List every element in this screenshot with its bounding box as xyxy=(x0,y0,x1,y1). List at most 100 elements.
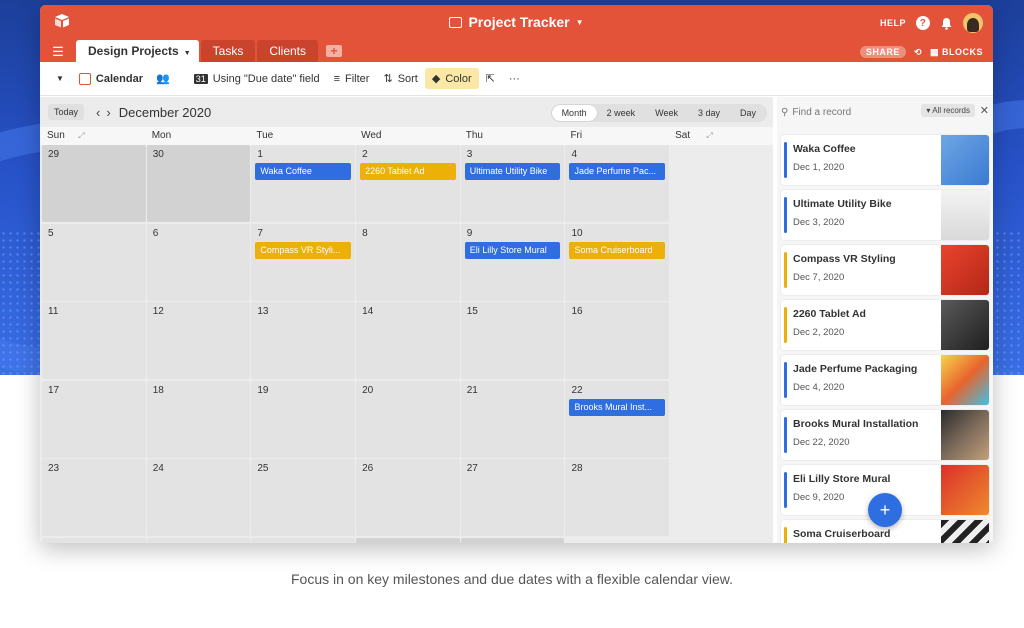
menu-icon[interactable]: ☰ xyxy=(40,42,76,62)
calendar-day-cell[interactable]: 16 xyxy=(565,302,670,380)
filter-label: Filter xyxy=(345,72,370,85)
view-range-day[interactable]: Day xyxy=(730,105,766,121)
share-view-button[interactable]: ⇱ xyxy=(479,68,502,89)
record-card[interactable]: Jade Perfume Packaging Dec 4, 2020 xyxy=(781,355,989,405)
calendar-day-cell[interactable]: 24 xyxy=(146,459,251,537)
calendar-day-cell[interactable]: 10 Soma Cruiserboard xyxy=(565,223,670,301)
record-card[interactable]: 2260 Tablet Ad Dec 2, 2020 xyxy=(781,300,989,350)
calendar-day-cell[interactable]: 9 Eli Lilly Store Mural xyxy=(460,223,565,301)
calendar-day-cell[interactable]: 12 xyxy=(146,302,251,380)
date-field-button[interactable]: 31 Using "Due date" field xyxy=(187,69,327,89)
view-range-month[interactable]: Month xyxy=(551,105,597,121)
calendar-day-cell[interactable]: 22 Brooks Mural Inst... xyxy=(565,380,670,458)
calendar-day-cell[interactable]: 21 xyxy=(460,380,565,458)
calendar-day-cell[interactable]: 30 xyxy=(146,537,251,543)
day-number: 16 xyxy=(571,306,583,318)
calendar-day-cell[interactable]: 2 xyxy=(460,537,565,543)
calendar-icon xyxy=(78,72,91,85)
all-records-dropdown[interactable]: ▾ All records xyxy=(921,104,975,117)
sort-label: Sort xyxy=(397,72,418,85)
record-date: Dec 22, 2020 xyxy=(793,437,850,448)
base-title[interactable]: Project Tracker ▼ xyxy=(40,14,993,30)
calendar-day-cell[interactable]: 19 xyxy=(251,380,356,458)
calendar-day-cell[interactable]: 8 xyxy=(356,223,460,301)
help-icon[interactable]: ? xyxy=(916,16,930,30)
calendar-day-cell[interactable]: 29 xyxy=(42,145,146,222)
calendar-day-cell[interactable]: 13 xyxy=(251,302,356,380)
day-number: 2 xyxy=(362,149,368,160)
add-table-button[interactable]: + xyxy=(326,45,343,57)
calendar-day-cell[interactable]: 15 xyxy=(460,302,565,380)
next-month-icon[interactable]: › xyxy=(106,105,110,120)
day-number: 29 xyxy=(48,542,59,543)
calendar: Today ‹ › December 2020 Month 2 week Week 3… xyxy=(40,97,773,543)
calendar-day-cell[interactable]: 11 xyxy=(42,302,146,380)
calendar-day-cell[interactable]: 14 xyxy=(356,302,460,380)
record-card[interactable]: Ultimate Utility Bike Dec 3, 2020 xyxy=(781,190,989,240)
share-view-icon[interactable]: 👥 xyxy=(156,72,170,85)
calendar-day-cell[interactable]: 29 xyxy=(42,537,146,543)
calendar-day-cell[interactable]: 27 xyxy=(460,459,565,537)
calendar-event[interactable]: Waka Coffee xyxy=(255,163,352,180)
calendar-day-cell[interactable]: 31 xyxy=(251,537,356,543)
calendar-day-cell[interactable]: 3 Ultimate Utility Bike xyxy=(460,145,565,222)
calendar-event[interactable]: Brooks Mural Inst... xyxy=(569,398,666,416)
calendar-event[interactable]: Ultimate Utility Bike xyxy=(464,163,561,180)
calendar-day-cell[interactable]: 1 Waka Coffee xyxy=(251,145,356,222)
view-range-2-week[interactable]: 2 week xyxy=(597,105,646,121)
weekday-fri: Fri xyxy=(570,130,583,141)
record-color-bar xyxy=(784,197,787,233)
prev-month-icon[interactable]: ‹ xyxy=(96,105,100,120)
tab-design-projects[interactable]: Design Projects ▼ xyxy=(76,40,199,62)
calendar-event[interactable]: Soma Cruiserboard xyxy=(569,241,666,259)
calendar-day-cell[interactable]: 28 xyxy=(565,459,670,537)
calendar-day-cell[interactable]: 4 Jade Perfume Pac... xyxy=(565,145,670,222)
add-record-button[interactable]: + xyxy=(868,493,902,527)
calendar-day-cell[interactable]: 30 xyxy=(146,145,251,222)
calendar-day-cell[interactable]: 23 xyxy=(42,459,146,537)
record-search[interactable]: ⚲ Find a record ▾ All records ✕ xyxy=(777,97,993,127)
calendar-event[interactable]: Compass VR Styli... xyxy=(255,241,352,259)
record-card[interactable]: Compass VR Styling Dec 7, 2020 xyxy=(781,245,989,295)
calendar-day-cell[interactable]: 1 xyxy=(356,537,460,543)
calendar-day-cell[interactable]: 26 xyxy=(356,459,460,537)
calendar-day-cell[interactable]: 20 xyxy=(356,380,460,458)
calendar-day-cell[interactable]: 7 Compass VR Styli... xyxy=(251,223,356,301)
view-collapse-icon[interactable]: ▼ xyxy=(56,74,64,83)
expand-weekend-icon[interactable]: ⤢ xyxy=(78,127,84,145)
history-icon[interactable]: ⟲ xyxy=(914,47,922,58)
calendar-day-cell[interactable]: 25 xyxy=(251,459,356,537)
calendar-day-cell[interactable]: 5 xyxy=(42,223,146,301)
more-button[interactable]: ··· xyxy=(502,69,527,89)
calendar-day-cell[interactable]: 6 xyxy=(146,223,251,301)
share-button[interactable]: SHARE xyxy=(859,46,906,58)
calendar-event[interactable]: 2260 Tablet Ad xyxy=(360,163,456,180)
view-range-week[interactable]: Week xyxy=(645,105,688,121)
close-icon[interactable]: ✕ xyxy=(980,104,989,117)
calendar-day-cell[interactable]: 18 xyxy=(146,380,251,458)
help-link[interactable]: HELP xyxy=(880,18,906,28)
calendar-event[interactable]: Eli Lilly Store Mural xyxy=(464,241,561,259)
bell-icon[interactable] xyxy=(940,17,953,30)
record-card[interactable]: Brooks Mural Installation Dec 22, 2020 xyxy=(781,410,989,460)
view-range-3-day[interactable]: 3 day xyxy=(688,105,730,121)
color-button[interactable]: ◆ Color xyxy=(424,68,479,89)
user-avatar[interactable] xyxy=(963,13,983,33)
date-field-icon: 31 xyxy=(193,73,208,84)
tab-clients[interactable]: Clients xyxy=(257,40,319,62)
sort-button[interactable]: ⇅ Sort xyxy=(376,68,424,89)
record-card[interactable]: Waka Coffee Dec 1, 2020 xyxy=(781,135,989,185)
calendar-day-cell[interactable]: 2 2260 Tablet Ad xyxy=(356,145,460,222)
today-button[interactable]: Today xyxy=(48,104,85,120)
expand-weekend-icon[interactable]: ⤢ xyxy=(706,127,712,145)
record-title: Soma Cruiserboard xyxy=(793,528,891,540)
calendar-day-cell[interactable]: 17 xyxy=(42,380,146,458)
weekday-tue: Tue xyxy=(256,130,274,141)
filter-button[interactable]: ≡ Filter xyxy=(327,69,377,89)
calendar-event[interactable]: Jade Perfume Pac... xyxy=(569,163,666,180)
blocks-button[interactable]: ▦ BLOCKS xyxy=(930,47,983,58)
tab-label: Tasks xyxy=(212,44,244,58)
view-switcher[interactable]: Calendar 👥 xyxy=(72,68,177,89)
tab-tasks[interactable]: Tasks xyxy=(200,40,256,62)
weekday-mon: Mon xyxy=(151,130,172,141)
